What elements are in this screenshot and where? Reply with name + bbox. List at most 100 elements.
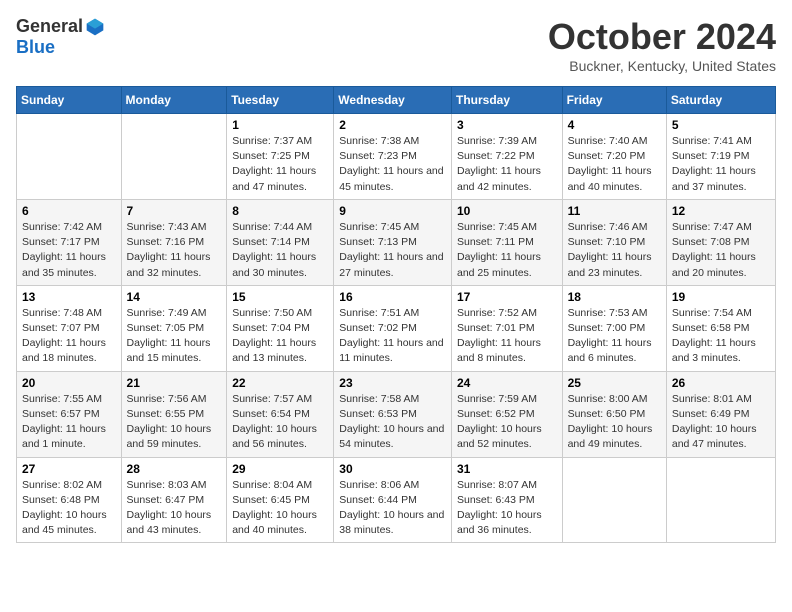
day-info: Sunrise: 7:45 AM Sunset: 7:13 PM Dayligh… [339,220,446,281]
calendar-cell: 25 Sunrise: 8:00 AM Sunset: 6:50 PM Dayli… [562,371,666,457]
day-number: 6 [22,204,116,218]
day-number: 29 [232,462,328,476]
logo: General Blue [16,16,105,58]
calendar-cell: 13 Sunrise: 7:48 AM Sunset: 7:07 PM Dayli… [17,285,122,371]
day-info: Sunrise: 7:39 AM Sunset: 7:22 PM Dayligh… [457,134,557,195]
day-info: Sunrise: 7:53 AM Sunset: 7:00 PM Dayligh… [568,306,661,367]
calendar-cell: 9 Sunrise: 7:45 AM Sunset: 7:13 PM Daylig… [334,199,452,285]
calendar-cell [666,457,775,543]
day-info: Sunrise: 7:40 AM Sunset: 7:20 PM Dayligh… [568,134,661,195]
day-number: 15 [232,290,328,304]
calendar-cell: 5 Sunrise: 7:41 AM Sunset: 7:19 PM Daylig… [666,114,775,200]
calendar-cell: 17 Sunrise: 7:52 AM Sunset: 7:01 PM Dayli… [451,285,562,371]
calendar-cell: 19 Sunrise: 7:54 AM Sunset: 6:58 PM Dayli… [666,285,775,371]
day-info: Sunrise: 7:50 AM Sunset: 7:04 PM Dayligh… [232,306,328,367]
calendar-cell [17,114,122,200]
day-number: 17 [457,290,557,304]
calendar-cell: 27 Sunrise: 8:02 AM Sunset: 6:48 PM Dayli… [17,457,122,543]
title-block: October 2024 Buckner, Kentucky, United S… [548,16,776,74]
calendar-cell: 16Sunrise: 7:51 AM Sunset: 7:02 PM Dayli… [334,285,452,371]
day-number: 31 [457,462,557,476]
page-header: General Blue October 2024 Buckner, Kentu… [16,16,776,74]
day-info: Sunrise: 7:57 AM Sunset: 6:54 PM Dayligh… [232,392,328,453]
column-header-thursday: Thursday [451,87,562,114]
day-info: Sunrise: 8:03 AM Sunset: 6:47 PM Dayligh… [127,478,222,539]
calendar-cell: 7 Sunrise: 7:43 AM Sunset: 7:16 PM Daylig… [121,199,227,285]
day-info: Sunrise: 7:55 AM Sunset: 6:57 PM Dayligh… [22,392,116,453]
day-number: 13 [22,290,116,304]
day-number: 24 [457,376,557,390]
calendar-cell: 23 Sunrise: 7:58 AM Sunset: 6:53 PM Dayli… [334,371,452,457]
calendar-table: SundayMondayTuesdayWednesdayThursdayFrid… [16,86,776,543]
calendar-cell: 8Sunrise: 7:44 AM Sunset: 7:14 PM Daylig… [227,199,334,285]
calendar-cell: 6Sunrise: 7:42 AM Sunset: 7:17 PM Daylig… [17,199,122,285]
day-number: 23 [339,376,446,390]
calendar-cell: 10 Sunrise: 7:45 AM Sunset: 7:11 PM Dayli… [451,199,562,285]
calendar-cell: 3Sunrise: 7:39 AM Sunset: 7:22 PM Daylig… [451,114,562,200]
calendar-cell: 2Sunrise: 7:38 AM Sunset: 7:23 PM Daylig… [334,114,452,200]
day-info: Sunrise: 7:54 AM Sunset: 6:58 PM Dayligh… [672,306,770,367]
day-info: Sunrise: 7:51 AM Sunset: 7:02 PM Dayligh… [339,306,446,367]
day-info: Sunrise: 7:45 AM Sunset: 7:11 PM Dayligh… [457,220,557,281]
column-header-saturday: Saturday [666,87,775,114]
day-info: Sunrise: 7:58 AM Sunset: 6:53 PM Dayligh… [339,392,446,453]
day-info: Sunrise: 8:02 AM Sunset: 6:48 PM Dayligh… [22,478,116,539]
calendar-cell: 15 Sunrise: 7:50 AM Sunset: 7:04 PM Dayli… [227,285,334,371]
calendar-cell: 29Sunrise: 8:04 AM Sunset: 6:45 PM Dayli… [227,457,334,543]
logo-icon [85,17,105,37]
day-info: Sunrise: 8:00 AM Sunset: 6:50 PM Dayligh… [568,392,661,453]
day-number: 30 [339,462,446,476]
day-number: 7 [127,204,222,218]
calendar-cell: 30 Sunrise: 8:06 AM Sunset: 6:44 PM Dayli… [334,457,452,543]
day-info: Sunrise: 7:41 AM Sunset: 7:19 PM Dayligh… [672,134,770,195]
day-info: Sunrise: 7:48 AM Sunset: 7:07 PM Dayligh… [22,306,116,367]
day-number: 28 [127,462,222,476]
month-title: October 2024 [548,16,776,58]
calendar-cell: 31 Sunrise: 8:07 AM Sunset: 6:43 PM Dayli… [451,457,562,543]
calendar-cell: 22 Sunrise: 7:57 AM Sunset: 6:54 PM Dayli… [227,371,334,457]
day-number: 18 [568,290,661,304]
day-number: 9 [339,204,446,218]
day-number: 1 [232,118,328,132]
day-info: Sunrise: 7:59 AM Sunset: 6:52 PM Dayligh… [457,392,557,453]
calendar-cell: 28 Sunrise: 8:03 AM Sunset: 6:47 PM Dayli… [121,457,227,543]
day-info: Sunrise: 7:49 AM Sunset: 7:05 PM Dayligh… [127,306,222,367]
day-number: 22 [232,376,328,390]
day-number: 19 [672,290,770,304]
day-info: Sunrise: 7:43 AM Sunset: 7:16 PM Dayligh… [127,220,222,281]
day-number: 25 [568,376,661,390]
week-row-2: 6Sunrise: 7:42 AM Sunset: 7:17 PM Daylig… [17,199,776,285]
calendar-cell [562,457,666,543]
column-header-sunday: Sunday [17,87,122,114]
day-number: 8 [232,204,328,218]
column-header-friday: Friday [562,87,666,114]
day-number: 5 [672,118,770,132]
day-info: Sunrise: 8:07 AM Sunset: 6:43 PM Dayligh… [457,478,557,539]
column-header-tuesday: Tuesday [227,87,334,114]
day-number: 4 [568,118,661,132]
week-row-5: 27 Sunrise: 8:02 AM Sunset: 6:48 PM Dayli… [17,457,776,543]
column-header-monday: Monday [121,87,227,114]
day-info: Sunrise: 7:52 AM Sunset: 7:01 PM Dayligh… [457,306,557,367]
calendar-cell: 24 Sunrise: 7:59 AM Sunset: 6:52 PM Dayli… [451,371,562,457]
day-info: Sunrise: 8:06 AM Sunset: 6:44 PM Dayligh… [339,478,446,539]
day-number: 10 [457,204,557,218]
calendar-cell [121,114,227,200]
calendar-cell: 21Sunrise: 7:56 AM Sunset: 6:55 PM Dayli… [121,371,227,457]
calendar-cell: 26Sunrise: 8:01 AM Sunset: 6:49 PM Dayli… [666,371,775,457]
column-header-wednesday: Wednesday [334,87,452,114]
calendar-cell: 11Sunrise: 7:46 AM Sunset: 7:10 PM Dayli… [562,199,666,285]
day-number: 26 [672,376,770,390]
location: Buckner, Kentucky, United States [548,58,776,74]
day-number: 14 [127,290,222,304]
week-row-3: 13 Sunrise: 7:48 AM Sunset: 7:07 PM Dayli… [17,285,776,371]
header-row: SundayMondayTuesdayWednesdayThursdayFrid… [17,87,776,114]
day-info: Sunrise: 7:56 AM Sunset: 6:55 PM Dayligh… [127,392,222,453]
day-number: 2 [339,118,446,132]
week-row-1: 1Sunrise: 7:37 AM Sunset: 7:25 PM Daylig… [17,114,776,200]
week-row-4: 20Sunrise: 7:55 AM Sunset: 6:57 PM Dayli… [17,371,776,457]
day-number: 27 [22,462,116,476]
logo-general: General [16,16,83,37]
calendar-cell: 20Sunrise: 7:55 AM Sunset: 6:57 PM Dayli… [17,371,122,457]
day-info: Sunrise: 7:46 AM Sunset: 7:10 PM Dayligh… [568,220,661,281]
